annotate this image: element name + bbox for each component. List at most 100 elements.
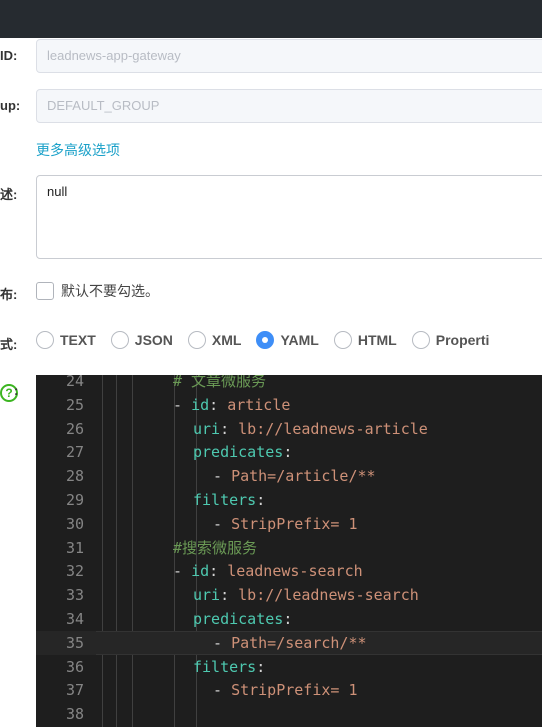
line-number: 25: [65, 395, 84, 414]
token-key: id: [191, 562, 210, 581]
token-str: Path=/article/**: [231, 467, 376, 486]
line-number: 36: [65, 657, 84, 676]
token-str: StripPrefix= 1: [231, 514, 358, 533]
token-key: uri: [193, 419, 221, 438]
token-punc: -: [173, 562, 192, 581]
token-punc: -: [213, 681, 232, 700]
token-punc: :: [256, 491, 266, 509]
content-label-colon: :: [14, 383, 19, 398]
data-id-label: ID:: [0, 48, 18, 63]
line-number: 34: [65, 610, 84, 628]
token-punc: :: [256, 657, 266, 676]
code-text: predicates:: [193, 440, 292, 464]
format-radio-xml[interactable]: XML: [187, 331, 242, 349]
format-radio-json[interactable]: JSON: [110, 331, 173, 349]
radio-label: JSON: [134, 332, 173, 348]
token-str: StripPrefix= 1: [231, 681, 358, 700]
code-line: 33 uri: lb://leadnews-search: [36, 583, 542, 607]
format-radio-properti[interactable]: Properti: [411, 331, 490, 349]
beta-publish-label: 布:: [0, 287, 18, 302]
line-number: 24: [65, 375, 84, 390]
code-line: 27 predicates:: [36, 440, 542, 464]
format-radio-html[interactable]: HTML: [333, 331, 397, 349]
line-number: 29: [65, 491, 84, 509]
radio-label: Properti: [435, 332, 490, 348]
token-str: Path=/search/**: [231, 633, 367, 652]
code-text: - StripPrefix= 1: [213, 678, 358, 702]
line-number: 35: [65, 633, 84, 652]
code-line: 30 - StripPrefix= 1: [36, 512, 542, 536]
radio-label: XML: [211, 332, 242, 348]
token-key: uri: [193, 586, 221, 605]
code-line: 29 filters:: [36, 488, 542, 512]
radio-label: YAML: [280, 332, 319, 348]
data-id-field[interactable]: leadnews-app-gateway: [36, 39, 542, 73]
code-text: - Path=/search/**: [213, 631, 367, 655]
radio-circle[interactable]: [36, 331, 54, 349]
radio-label: HTML: [357, 332, 397, 348]
code-line: 36 filters:: [36, 655, 542, 679]
code-line: 25 - id: article: [36, 393, 542, 417]
code-line: 26 uri: lb://leadnews-article: [36, 417, 542, 441]
token-punc: -: [213, 514, 232, 533]
token-punc: :: [209, 395, 228, 414]
beta-checkbox[interactable]: [36, 282, 54, 300]
token-key: predicates: [193, 610, 284, 628]
radio-circle[interactable]: [110, 331, 129, 349]
code-text: - StripPrefix= 1: [213, 512, 358, 536]
code-line: 31 #搜索微服务: [36, 536, 542, 560]
description-label: 述:: [0, 187, 18, 202]
code-text: filters:: [193, 488, 265, 512]
code-text: uri: lb://leadnews-article: [193, 417, 428, 441]
line-number: 27: [65, 443, 84, 462]
token-key: filters: [193, 491, 257, 509]
format-radio-text[interactable]: TEXT: [36, 331, 96, 349]
beta-checkbox-row[interactable]: 默认不要勾选。: [36, 281, 159, 301]
code-line: 24 # 文章微服务: [36, 375, 542, 393]
line-number: 32: [65, 562, 84, 581]
radio-circle[interactable]: [333, 331, 352, 349]
token-key: filters: [193, 657, 257, 676]
line-number: 30: [65, 514, 84, 533]
radio-label: TEXT: [60, 332, 96, 348]
code-text: #搜索微服务: [173, 536, 257, 560]
code-line: 34 predicates:: [36, 607, 542, 631]
code-text: - id: article: [173, 393, 290, 417]
code-text: - Path=/article/**: [213, 464, 376, 488]
description-textarea[interactable]: null: [36, 175, 542, 259]
token-punc: -: [213, 467, 232, 486]
code-line: 37 - StripPrefix= 1: [36, 678, 542, 702]
token-key: id: [191, 395, 210, 414]
group-label: up:: [0, 98, 21, 113]
code-line: 38: [36, 702, 542, 726]
format-radio-yaml[interactable]: YAML: [256, 331, 319, 349]
top-navbar: [0, 0, 542, 38]
code-text: uri: lb://leadnews-search: [193, 583, 419, 607]
token-comment: #搜索微服务: [173, 538, 258, 557]
beta-checkbox-text: 默认不要勾选。: [61, 283, 159, 299]
token-punc: :: [283, 610, 293, 628]
yaml-code-editor[interactable]: 24 # 文章微服务 25 - id: article 26 uri: lb://lead…: [36, 375, 542, 727]
token-str: leadnews-search: [227, 562, 363, 581]
line-number: 31: [65, 538, 84, 557]
line-number: 26: [65, 419, 84, 438]
token-punc: :: [283, 443, 293, 462]
token-str: lb://leadnews-search: [238, 586, 419, 605]
more-advanced-options-link[interactable]: 更多高级选项: [36, 140, 120, 160]
token-punc: -: [173, 395, 192, 414]
code-line: 35 - Path=/search/**: [36, 630, 542, 655]
line-number: 38: [65, 705, 84, 724]
radio-circle[interactable]: [256, 331, 275, 349]
radio-circle[interactable]: [187, 331, 206, 349]
radio-circle[interactable]: [411, 331, 430, 349]
code-text: # 文章微服务: [173, 375, 266, 393]
code-text: - id: leadnews-search: [173, 559, 363, 583]
token-comment: # 文章微服务: [173, 375, 267, 390]
config-format-label: 式:: [0, 337, 18, 352]
line-number: 33: [65, 586, 84, 605]
code-text: predicates:: [193, 607, 292, 631]
code-line: 32 - id: leadnews-search: [36, 559, 542, 583]
group-field[interactable]: DEFAULT_GROUP: [36, 89, 542, 123]
token-str: lb://leadnews-article: [238, 419, 428, 438]
config-format-radio-group: TEXT JSON XML YAML HTML Properti: [36, 331, 504, 349]
